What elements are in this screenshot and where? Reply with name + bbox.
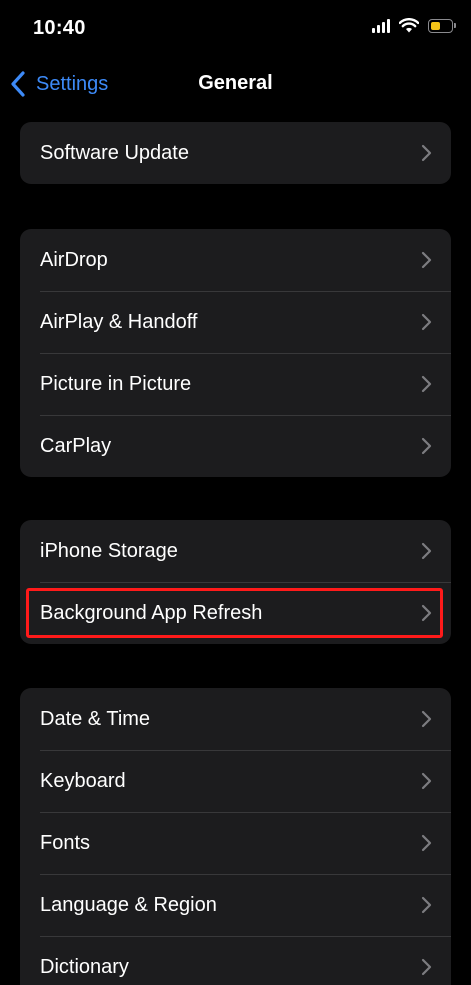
cellular-signal-icon (372, 18, 390, 33)
navigation-bar: Settings General (0, 52, 471, 114)
chevron-right-icon (421, 834, 432, 852)
list-item-label: Background App Refresh (40, 601, 263, 624)
list-item-label: CarPlay (40, 434, 112, 457)
list-item-iphone-storage[interactable]: iPhone Storage (20, 520, 451, 582)
list-item-background-app-refresh[interactable]: Background App Refresh (20, 582, 451, 644)
list-item-dictionary[interactable]: Dictionary (20, 936, 451, 985)
chevron-right-icon (421, 896, 432, 914)
list-item-software-update[interactable]: Software Update (20, 122, 451, 184)
list-item-airdrop[interactable]: AirDrop (20, 229, 451, 291)
status-icons (372, 18, 456, 33)
chevron-right-icon (421, 542, 432, 560)
list-item-picture-in-picture[interactable]: Picture in Picture (20, 353, 451, 415)
chevron-right-icon (421, 437, 432, 455)
list-item-label: Software Update (40, 141, 189, 164)
list-item-label: Language & Region (40, 893, 217, 916)
chevron-right-icon (421, 772, 432, 790)
chevron-right-icon (421, 144, 432, 162)
status-time: 10:40 (33, 17, 86, 39)
list-item-label: Picture in Picture (40, 372, 192, 395)
chevron-right-icon (421, 958, 432, 976)
settings-group-connectivity: AirDrop AirPlay & Handoff Picture in Pic… (20, 229, 451, 477)
list-item-label: Keyboard (40, 769, 126, 792)
list-item-keyboard[interactable]: Keyboard (20, 750, 451, 812)
list-item-airplay-handoff[interactable]: AirPlay & Handoff (20, 291, 451, 353)
list-item-language-region[interactable]: Language & Region (20, 874, 451, 936)
battery-level-fill (431, 21, 440, 30)
battery-icon (428, 18, 456, 33)
status-bar: 10:40 (0, 0, 471, 52)
chevron-right-icon (421, 710, 432, 728)
chevron-right-icon (421, 313, 432, 331)
list-item-label: Fonts (40, 831, 91, 854)
wifi-icon (399, 18, 419, 33)
settings-group-update: Software Update (20, 122, 451, 184)
list-item-fonts[interactable]: Fonts (20, 812, 451, 874)
list-item-label: AirPlay & Handoff (40, 310, 198, 333)
list-item-label: Date & Time (40, 707, 151, 730)
list-item-date-time[interactable]: Date & Time (20, 688, 451, 750)
chevron-right-icon (421, 604, 432, 622)
settings-list[interactable]: Software Update AirDrop AirPlay & Handof… (20, 114, 451, 985)
page-title: General (198, 72, 273, 94)
settings-group-locale: Date & Time Keyboard Fonts Language & Re… (20, 688, 451, 985)
list-item-label: AirDrop (40, 248, 108, 271)
chevron-right-icon (421, 375, 432, 393)
chevron-right-icon (421, 251, 432, 269)
list-item-label: iPhone Storage (40, 539, 178, 562)
list-item-label: Dictionary (40, 955, 129, 978)
settings-group-storage: iPhone Storage Background App Refresh (20, 520, 451, 644)
list-item-carplay[interactable]: CarPlay (20, 415, 451, 477)
